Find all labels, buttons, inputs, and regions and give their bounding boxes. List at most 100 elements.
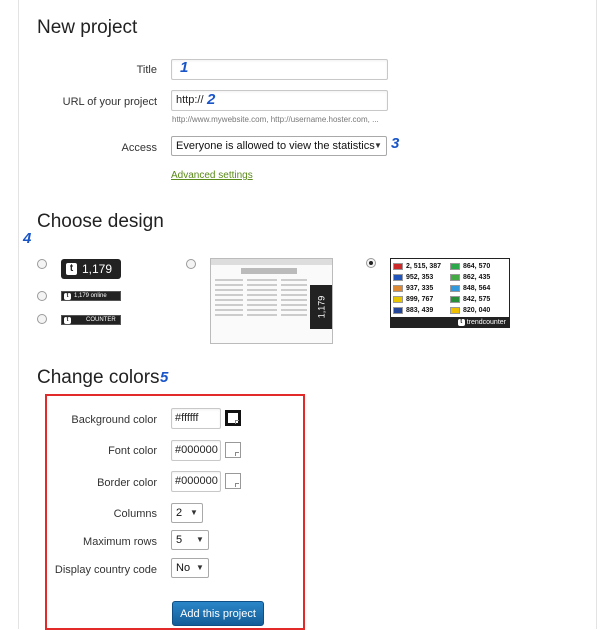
badge-big-count: 1,179	[82, 262, 113, 276]
flag-cell: 883, 439	[393, 305, 450, 316]
vertical-badge-count: 1,179	[316, 295, 326, 319]
frame-left-border	[18, 0, 19, 629]
font-color-swatch[interactable]	[225, 442, 241, 458]
trendcounter-logo-icon: t	[66, 263, 77, 275]
flag-count: 864, 570	[463, 263, 491, 270]
flag-cell: 937, 335	[393, 283, 450, 294]
trendcounter-logo-icon: t	[457, 318, 465, 326]
flag-count: 842, 575	[463, 296, 491, 303]
flag-icon	[393, 285, 403, 292]
flag-grid: 2, 515, 387 864, 570 952, 353 862, 435 937, …	[393, 261, 507, 317]
design-radio-flags[interactable]	[366, 258, 376, 268]
design-preview-badge-online: t 1,179 online	[61, 291, 121, 301]
flag-cell: 842, 575	[450, 294, 507, 305]
flag-count: 899, 767	[406, 296, 434, 303]
border-color-input[interactable]: #000000	[171, 471, 221, 492]
flag-icon	[450, 285, 460, 292]
flag-icon	[393, 307, 403, 314]
columns-select[interactable]: 2 ▼	[171, 503, 203, 523]
marker-3: 3	[391, 135, 400, 152]
url-label: URL of your project	[62, 96, 157, 108]
flag-row: 2, 515, 387 864, 570	[393, 261, 507, 272]
thumb-column	[281, 279, 307, 339]
country-code-select[interactable]: No ▼	[171, 558, 209, 578]
design-radio-vertical[interactable]	[186, 259, 196, 269]
flag-cell: 862, 435	[450, 272, 507, 283]
access-select[interactable]: Everyone is allowed to view the statisti…	[171, 136, 387, 156]
flag-row: 937, 335 848, 564	[393, 283, 507, 294]
vertical-badge: 1,179	[310, 285, 332, 329]
country-code-label: Display country code	[54, 564, 157, 576]
add-project-button[interactable]: Add this project	[172, 601, 264, 626]
section-title-choose-design: Choose design	[37, 211, 164, 232]
maximum-rows-select[interactable]: 5 ▼	[171, 530, 209, 550]
flag-cell: 848, 564	[450, 283, 507, 294]
badge-online-text: 1,179 online	[74, 293, 107, 299]
flag-cell: 899, 767	[393, 294, 450, 305]
flag-count: 937, 335	[406, 285, 434, 292]
trendcounter-logo-icon: t	[64, 292, 71, 300]
flag-icon	[393, 274, 403, 281]
border-color-swatch[interactable]	[225, 473, 241, 489]
url-input-value: http://	[176, 94, 204, 106]
design-radio-badge-counter[interactable]	[37, 314, 47, 324]
thumb-masthead	[241, 268, 297, 274]
marker-4: 4	[23, 230, 32, 247]
thumb-column	[215, 279, 243, 339]
chevron-down-icon: ▼	[374, 141, 382, 150]
country-code-select-value: No	[176, 562, 191, 574]
title-input[interactable]	[171, 59, 388, 80]
thumb-browser-bar	[211, 259, 332, 265]
flag-row: 952, 353 862, 435	[393, 272, 507, 283]
design-radio-badge-online[interactable]	[37, 291, 47, 301]
flag-cell: 864, 570	[450, 261, 507, 272]
badge-counter-text: COUNTER	[86, 317, 116, 323]
background-color-swatch[interactable]	[225, 410, 241, 426]
trendcounter-logo-icon: t	[64, 316, 71, 324]
columns-select-value: 2	[176, 507, 183, 519]
flag-row: 899, 767 842, 575	[393, 294, 507, 305]
marker-5: 5	[160, 369, 169, 386]
frame-right-border	[596, 0, 597, 629]
maximum-rows-label: Maximum rows	[83, 536, 157, 548]
flag-count: 862, 435	[463, 274, 491, 281]
title-label: Title	[136, 64, 157, 76]
maximum-rows-select-value: 5	[176, 534, 183, 546]
flag-icon	[450, 274, 460, 281]
flag-count: 820, 040	[463, 307, 491, 314]
font-color-label: Font color	[108, 445, 157, 457]
design-preview-badge-big: t 1,179	[61, 259, 121, 279]
access-label: Access	[121, 142, 157, 154]
design-preview-flags: 2, 515, 387 864, 570 952, 353 862, 435 937, …	[390, 258, 510, 328]
section-title-new-project: New project	[37, 17, 138, 38]
background-color-label: Background color	[71, 414, 157, 426]
font-color-input[interactable]: #000000	[171, 440, 221, 461]
thumb-column	[247, 279, 277, 339]
columns-label: Columns	[113, 508, 157, 520]
flag-cell: 820, 040	[450, 305, 507, 316]
flag-icon	[393, 296, 403, 303]
flag-count: 848, 564	[463, 285, 491, 292]
marker-2: 2	[207, 91, 216, 108]
url-input[interactable]: http://	[171, 90, 388, 111]
access-select-value: Everyone is allowed to view the statisti…	[176, 140, 375, 152]
chevron-down-icon: ▼	[196, 535, 204, 544]
background-color-input[interactable]: #ffffff	[171, 408, 221, 429]
flag-icon	[450, 263, 460, 270]
chevron-down-icon: ▼	[196, 563, 204, 572]
flag-cell: 952, 353	[393, 272, 450, 283]
flag-count: 952, 353	[406, 274, 434, 281]
url-hint: http://www.mywebsite.com, http://usernam…	[172, 115, 379, 124]
border-color-label: Border color	[97, 477, 157, 489]
flag-count: 2, 515, 387	[406, 263, 442, 270]
design-radio-badge-big[interactable]	[37, 259, 47, 269]
flag-icon	[450, 296, 460, 303]
advanced-settings-link[interactable]: Advanced settings	[171, 170, 253, 181]
marker-1: 1	[180, 59, 189, 76]
design-preview-vertical: 1,179	[210, 258, 333, 344]
flag-cell: 2, 515, 387	[393, 261, 450, 272]
flag-row: 883, 439 820, 040	[393, 305, 507, 316]
section-title-change-colors: Change colors	[37, 367, 160, 388]
design-preview-badge-counter: t COUNTER	[61, 315, 121, 325]
flag-icon	[450, 307, 460, 314]
